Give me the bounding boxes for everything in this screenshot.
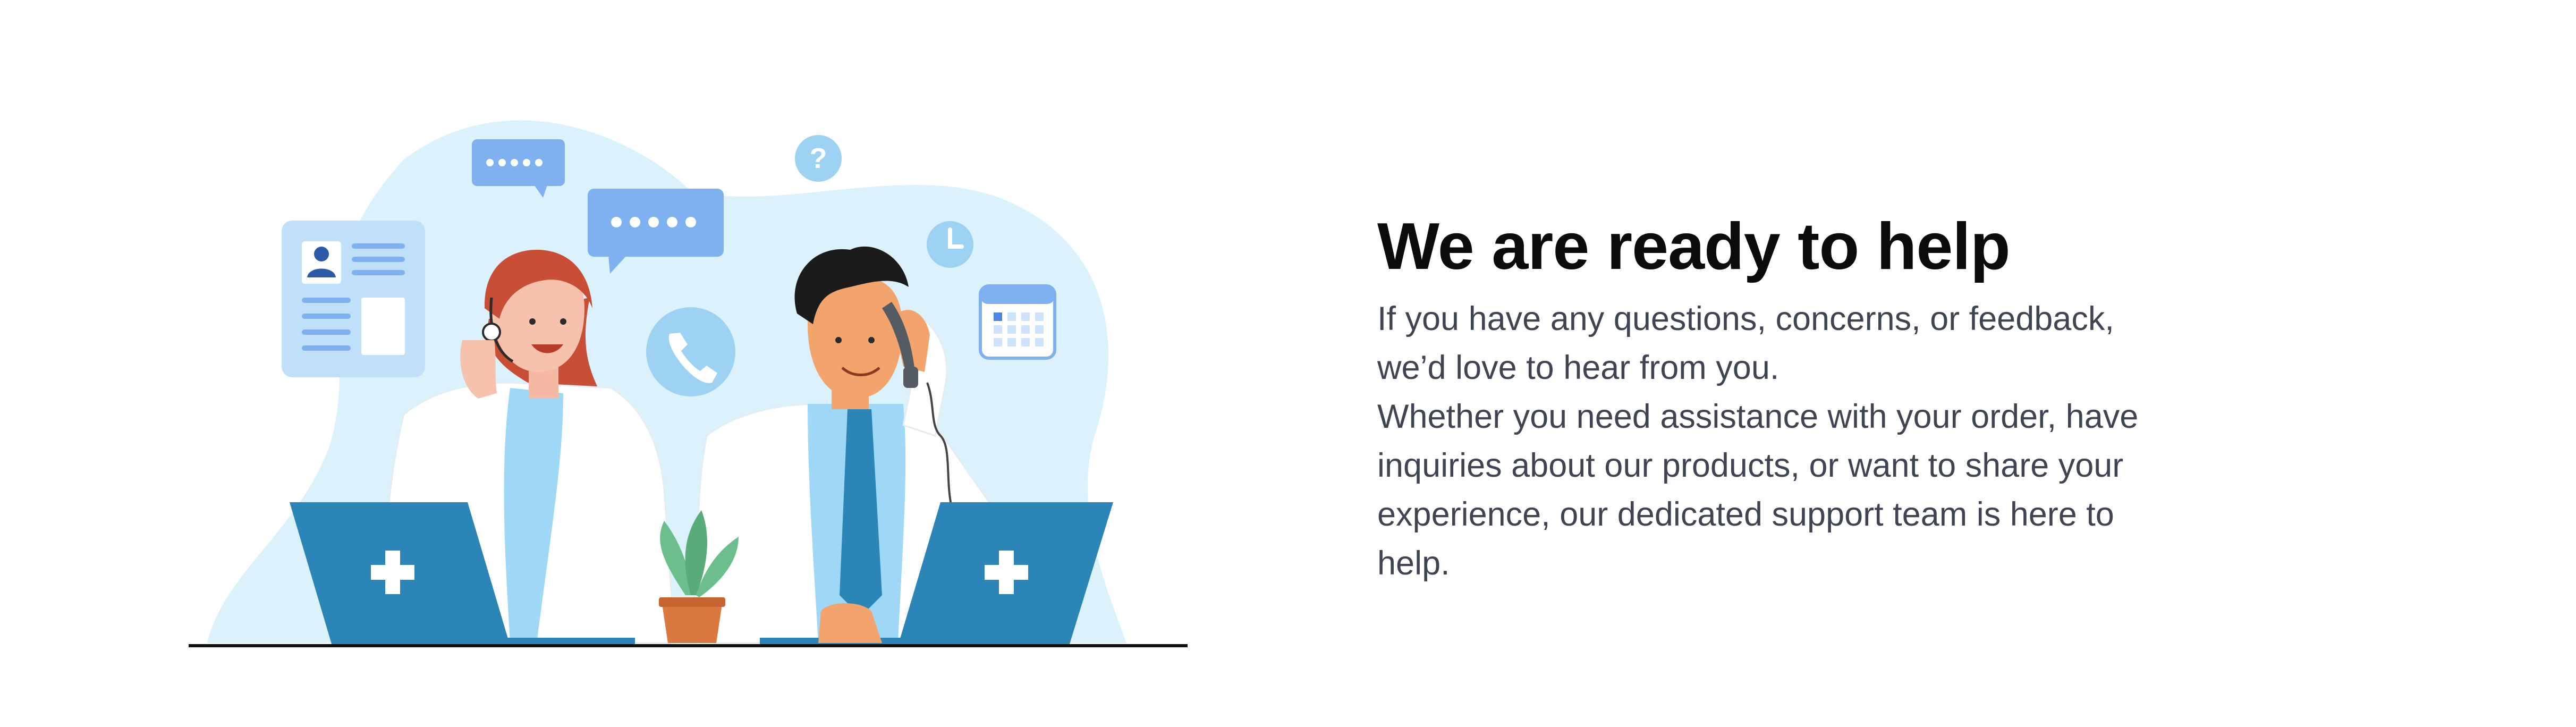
question-icon: ?	[795, 135, 842, 182]
support-team-illustration: ?	[181, 96, 1201, 664]
support-paragraph: Whether you need assistance with your or…	[1377, 398, 2139, 582]
contact-card-icon	[282, 221, 425, 377]
floor-line	[189, 644, 1188, 647]
help-text-block: We are ready to help If you have any que…	[1377, 210, 2164, 588]
phone-icon	[646, 307, 735, 396]
clock-icon	[927, 221, 973, 268]
intro-paragraph: If you have any questions, concerns, or …	[1377, 300, 2114, 386]
svg-text:?: ?	[810, 142, 827, 174]
calendar-icon	[979, 284, 1056, 360]
page-title: We are ready to help	[1377, 210, 2011, 283]
